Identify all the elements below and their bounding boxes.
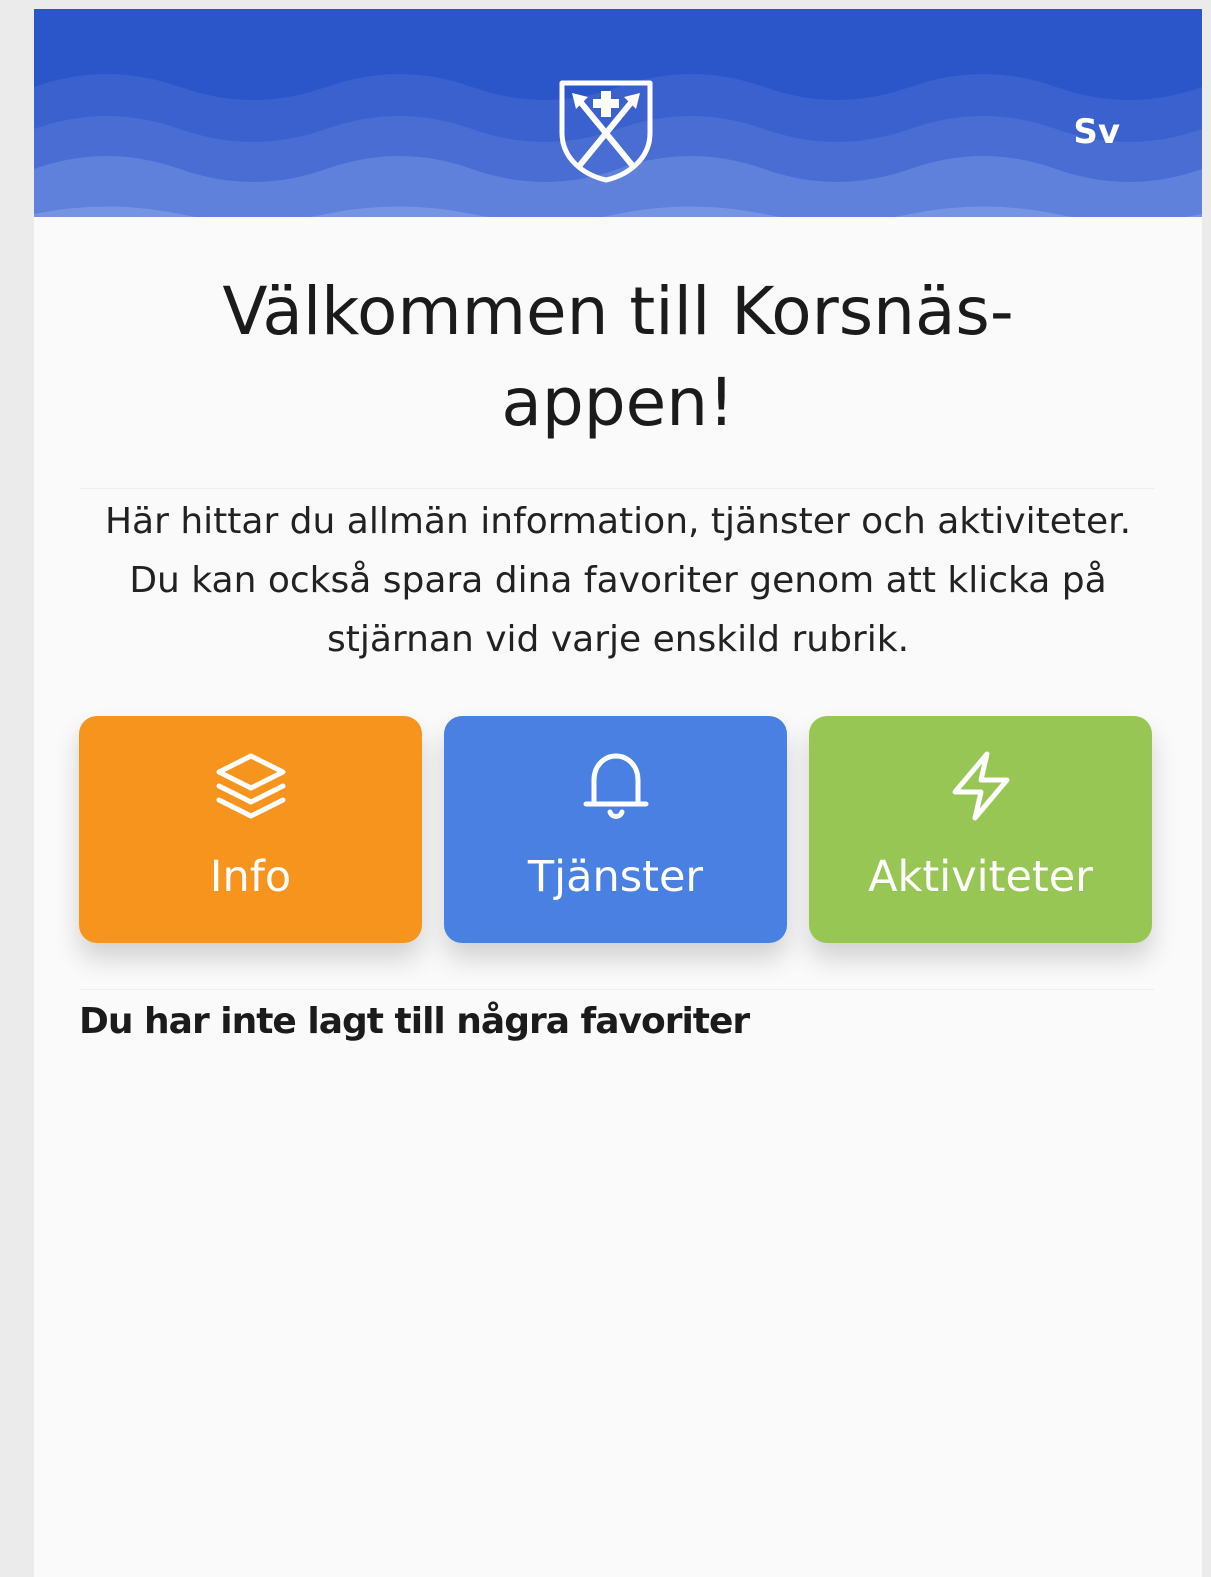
info-tile-label: Info — [209, 852, 292, 902]
favorites-empty-message: Du har inte lagt till några favoriter — [79, 1001, 750, 1042]
activities-tile-button[interactable]: Aktiviteter — [809, 716, 1152, 943]
welcome-title: Välkommen till Korsnäs-appen! — [222, 273, 1014, 441]
divider — [79, 488, 1154, 489]
info-tile-button[interactable]: Info — [79, 716, 422, 943]
layers-icon — [216, 753, 285, 819]
activities-tile-label: Aktiviteter — [868, 852, 1093, 902]
divider — [79, 989, 1154, 990]
services-tile-label: Tjänster — [527, 852, 704, 902]
app-screen: Sv Välkommen till Korsnäs-appen! Här hit… — [34, 9, 1202, 1577]
lightning-icon — [952, 751, 1009, 821]
bell-icon — [583, 753, 648, 819]
welcome-description: Här hittar du allmän information, tjänst… — [104, 501, 1132, 660]
services-tile-button[interactable]: Tjänster — [444, 716, 787, 943]
app-header: Sv — [34, 9, 1202, 217]
coat-of-arms-icon — [559, 80, 653, 183]
language-switch-button[interactable]: Sv — [1073, 112, 1120, 152]
